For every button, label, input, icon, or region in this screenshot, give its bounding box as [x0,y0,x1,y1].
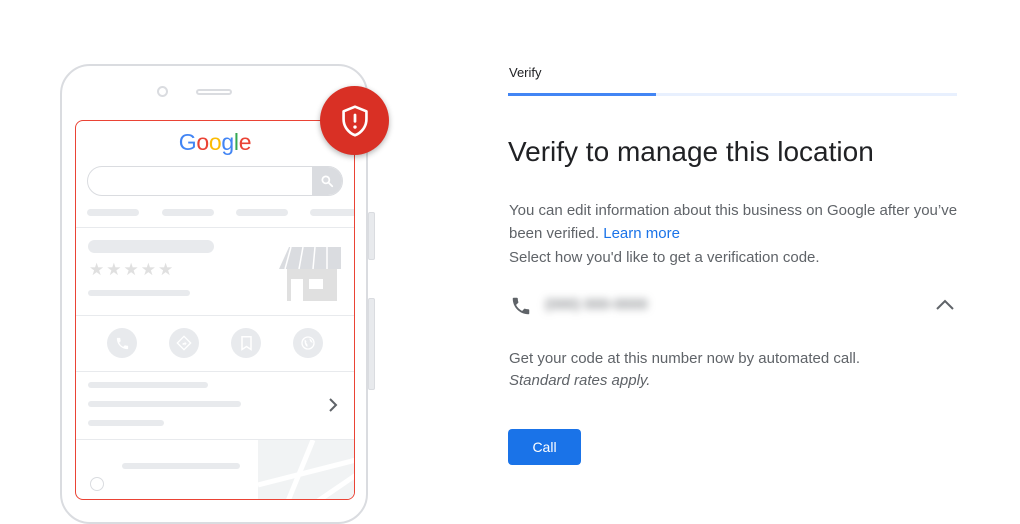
progress-bar [508,93,656,96]
google-logo: Google [76,129,354,156]
divider [76,227,354,228]
call-button[interactable]: Call [508,429,581,465]
call-info-line: Get your code at this number now by auto… [509,350,861,367]
pin-icon [90,477,104,491]
skeleton-line [88,420,164,426]
skeleton-tab [87,209,139,216]
select-method-prompt: Select how you'd like to get a verificat… [509,249,820,266]
divider [76,315,354,316]
search-icon [312,167,342,195]
bookmark-icon [231,328,261,358]
skeleton-tab [162,209,214,216]
logo-letter: G [178,129,197,155]
directions-icon [169,328,199,358]
skeleton-line [122,463,240,469]
shield-alert-icon [320,86,389,155]
chevron-right-icon [327,397,339,413]
phone-number: (000) 000-0000 [545,296,648,313]
chevron-up-icon[interactable] [934,297,956,313]
skeleton-tab [310,209,354,216]
skeleton-tab [236,209,288,216]
mock-search-bar [87,166,343,196]
logo-letter: e [238,129,252,155]
page-title: Verify to manage this location [508,136,874,167]
phone-icon [510,295,532,317]
skeleton-line [88,401,241,407]
map-thumbnail [257,439,354,499]
divider [76,371,354,372]
description-text: You can edit information about this busi… [509,202,958,242]
phone-screen: Google ★★★★★ [75,120,355,500]
description: You can edit information about this busi… [509,199,969,245]
rates-note: Standard rates apply. [509,372,651,389]
phone-icon [107,328,137,358]
logo-letter: g [221,129,234,155]
rating-stars: ★★★★★ [89,260,176,279]
phone-speaker [196,89,232,95]
storefront-icon [277,243,343,301]
logo-letter: o [208,129,222,155]
phone-side-button [368,298,375,390]
phone-camera [157,86,168,97]
learn-more-link[interactable]: Learn more [603,225,680,242]
phone-side-button [368,212,375,260]
logo-letter: o [196,129,209,155]
step-label: Verify [509,65,542,80]
globe-icon [293,328,323,358]
call-info: Get your code at this number now by auto… [509,348,860,392]
skeleton-line [88,290,190,296]
skeleton-title [88,240,214,253]
skeleton-line [88,382,208,388]
